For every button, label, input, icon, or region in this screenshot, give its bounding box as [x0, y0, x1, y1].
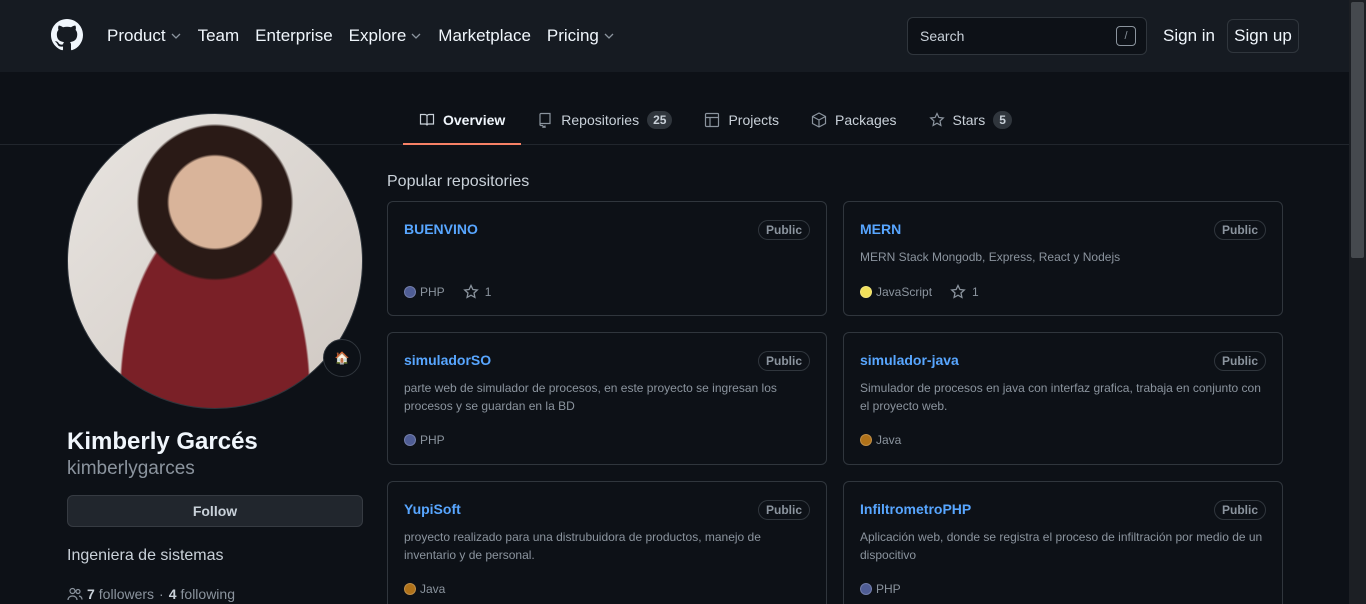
table-icon — [705, 112, 720, 128]
tab-repositories[interactable]: Repositories 25 — [521, 96, 688, 144]
repo-card: simulador-java Public Simulador de proce… — [843, 332, 1283, 465]
tab-overview[interactable]: Overview — [403, 96, 522, 145]
repo-meta: PHP — [860, 582, 901, 596]
people-icon — [67, 587, 83, 601]
visibility-badge: Public — [757, 351, 810, 371]
repo-stars[interactable]: 1 — [950, 284, 979, 300]
profile-fullname: Kimberly Garcés — [67, 428, 258, 455]
visibility-badge: Public — [1213, 500, 1266, 520]
repo-language: PHP — [420, 285, 445, 299]
nav-pricing[interactable]: Pricing — [547, 26, 615, 46]
tab-projects[interactable]: Projects — [688, 96, 795, 144]
nav-explore[interactable]: Explore — [349, 26, 423, 46]
star-icon — [928, 112, 945, 127]
profile-username: kimberlygarces — [67, 458, 195, 479]
followers-count[interactable]: 7 — [87, 586, 95, 602]
book-icon — [419, 113, 435, 126]
repo-language: PHP — [420, 433, 445, 447]
language-color-dot — [860, 286, 872, 298]
follow-button[interactable]: Follow — [67, 495, 363, 527]
stars-count: 5 — [993, 111, 1012, 129]
status-emoji[interactable]: 🏠 — [323, 339, 361, 377]
repo-language: Java — [420, 582, 446, 596]
repo-description: Simulador de procesos en java con interf… — [860, 381, 1261, 413]
repo-stars[interactable]: 1 — [462, 284, 492, 300]
nav-enterprise[interactable]: Enterprise — [255, 26, 332, 46]
language-color-dot — [404, 434, 416, 446]
separator-dot: · — [159, 586, 164, 602]
repo-meta: JavaScript 1 — [860, 284, 979, 300]
scrollbar-thumb[interactable] — [1351, 2, 1364, 258]
visibility-badge: Public — [757, 220, 810, 240]
repo-card: YupiSoft Public proyecto realizado para … — [387, 481, 827, 604]
repo-name-link[interactable]: simulador-java — [860, 352, 959, 368]
repo-card: InfiltrometroPHP Public Aplicación web, … — [843, 481, 1283, 604]
repo-language: JavaScript — [876, 285, 933, 299]
repo-description: proyecto realizado para una distrubuidor… — [404, 530, 761, 562]
popular-repositories-title: Popular repositories — [387, 173, 530, 190]
repo-name-link[interactable]: MERN — [860, 221, 901, 237]
repo-icon — [539, 112, 551, 128]
repo-name-link[interactable]: InfiltrometroPHP — [860, 501, 971, 517]
repo-name-link[interactable]: YupiSoft — [404, 501, 461, 517]
search-box: / — [907, 17, 1147, 55]
nav-marketplace[interactable]: Marketplace — [438, 26, 531, 46]
star-icon — [462, 284, 479, 299]
language-color-dot — [860, 583, 872, 595]
repo-card: BUENVINO Public PHP 1 — [387, 201, 827, 316]
repo-star-count: 1 — [972, 285, 979, 299]
main-nav: Product Team Enterprise Explore Marketpl… — [107, 0, 631, 72]
slash-shortcut-key: / — [1116, 26, 1136, 46]
search-input[interactable] — [920, 28, 1116, 44]
nav-team[interactable]: Team — [198, 26, 240, 46]
repo-name-link[interactable]: BUENVINO — [404, 221, 478, 237]
profile-bio: Ingeniera de sistemas — [67, 547, 224, 564]
language-color-dot — [860, 434, 872, 446]
top-header: Product Team Enterprise Explore Marketpl… — [0, 0, 1349, 72]
avatar[interactable] — [67, 113, 363, 409]
tab-stars[interactable]: Stars 5 — [913, 96, 1028, 144]
sign-in-link[interactable]: Sign in — [1163, 26, 1215, 46]
github-logo-icon[interactable] — [51, 19, 83, 51]
repo-description: parte web de simulador de procesos, en e… — [404, 381, 777, 413]
repo-name-link[interactable]: simuladorSO — [404, 352, 491, 368]
visibility-badge: Public — [1213, 351, 1266, 371]
repo-meta: Java — [860, 433, 901, 447]
repo-language: Java — [876, 433, 902, 447]
followers-link[interactable]: followers — [99, 586, 154, 602]
following-link[interactable]: following — [181, 586, 235, 602]
package-icon — [811, 112, 827, 128]
repo-description: MERN Stack Mongodb, Express, React y Nod… — [860, 250, 1121, 264]
nav-product[interactable]: Product — [107, 26, 182, 46]
following-count[interactable]: 4 — [169, 586, 177, 602]
repo-card: simuladorSO Public parte web de simulado… — [387, 332, 827, 465]
tab-packages[interactable]: Packages — [795, 96, 912, 144]
repo-card: MERN Public MERN Stack Mongodb, Express,… — [843, 201, 1283, 316]
language-color-dot — [404, 583, 416, 595]
repositories-count: 25 — [647, 111, 673, 129]
visibility-badge: Public — [757, 500, 810, 520]
profile-tabs: Overview Repositories 25 Projects Packag… — [403, 96, 1028, 145]
repo-meta: PHP — [404, 433, 445, 447]
visibility-badge: Public — [1213, 220, 1266, 240]
followers-info: 7 followers · 4 following — [67, 586, 235, 602]
language-color-dot — [404, 286, 416, 298]
repo-language: PHP — [876, 582, 901, 596]
star-icon — [950, 284, 966, 299]
repo-description: Aplicación web, donde se registra el pro… — [860, 530, 1263, 562]
repo-meta: Java — [404, 582, 445, 596]
chevron-down-icon — [171, 33, 181, 39]
chevron-down-icon — [604, 33, 614, 39]
chevron-down-icon — [411, 33, 421, 39]
repo-meta: PHP 1 — [404, 284, 491, 300]
repo-star-count: 1 — [484, 285, 492, 299]
sign-up-button[interactable]: Sign up — [1227, 19, 1299, 53]
